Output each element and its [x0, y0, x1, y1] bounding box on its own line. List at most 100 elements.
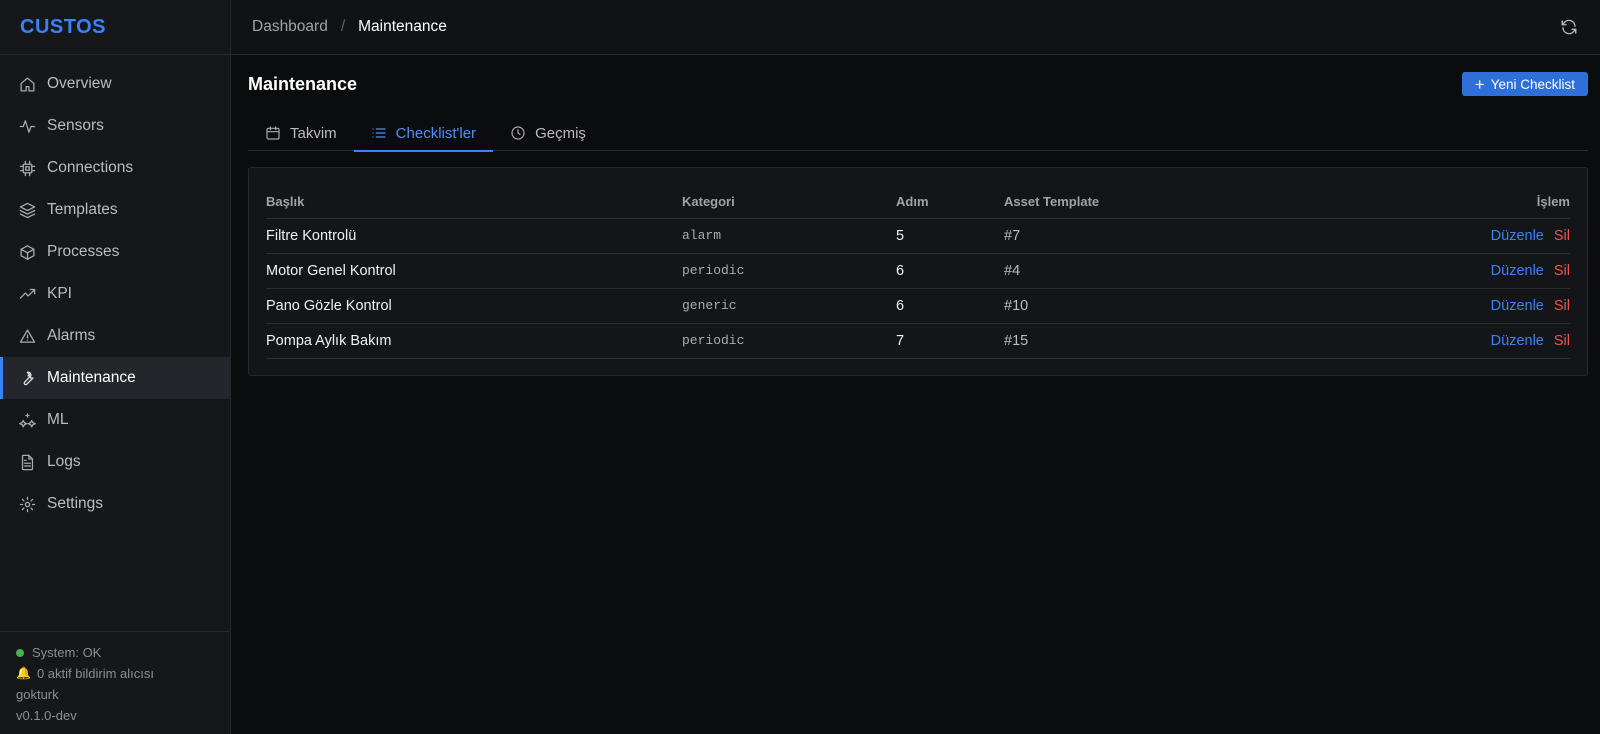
status-dot-icon: [16, 648, 24, 657]
row-category: alarm: [682, 218, 896, 254]
row-asset: #10: [1004, 288, 1313, 324]
sidebar-item-label: Sensors: [47, 117, 104, 134]
sidebar-item-logs[interactable]: Logs: [0, 441, 230, 483]
row-actions: Düzenle Sil: [1312, 218, 1570, 254]
sidebar-item-label: Alarms: [47, 327, 96, 344]
column-header-actions: İşlem: [1312, 186, 1570, 219]
notification-status: 🔔 0 aktif bildirim alıcısı: [16, 663, 214, 684]
delete-link[interactable]: Sil: [1554, 333, 1570, 349]
tab-takvim[interactable]: Takvim: [248, 115, 354, 151]
sidebar-item-label: Settings: [47, 495, 104, 512]
gear-icon: [18, 495, 36, 513]
edit-link[interactable]: Düzenle: [1491, 263, 1544, 279]
sidebar-item-label: Processes: [47, 243, 120, 260]
plus-icon: +: [1474, 74, 1485, 94]
table-header-row: Başlık Kategori Adım Asset Template İşle…: [266, 186, 1570, 219]
checklist-table-card: Başlık Kategori Adım Asset Template İşle…: [248, 167, 1588, 376]
column-header-asset: Asset Template: [1004, 186, 1313, 219]
row-actions: Düzenle Sil: [1312, 323, 1570, 359]
sidebar-item-maintenance[interactable]: Maintenance: [0, 357, 230, 399]
tab-label: Checklist'ler: [395, 124, 477, 142]
table-row: Filtre Kontrolü alarm 5 #7 Düzenle Sil: [266, 218, 1570, 254]
row-steps: 7: [896, 323, 1004, 359]
sidebar-item-sensors[interactable]: Sensors: [0, 105, 230, 147]
tab-label: Takvim: [290, 124, 337, 142]
system-status: System: OK: [16, 642, 214, 663]
refresh-icon: [1561, 19, 1577, 35]
delete-link[interactable]: Sil: [1554, 228, 1570, 244]
version-label: v0.1.0-dev: [16, 708, 77, 723]
row-title: Motor Genel Kontrol: [266, 253, 682, 289]
page-title: Maintenance: [248, 73, 358, 94]
breadcrumb-dashboard[interactable]: Dashboard: [252, 18, 328, 36]
sidebar-item-processes[interactable]: Processes: [0, 231, 230, 273]
clock-icon: [511, 126, 525, 140]
sidebar-item-templates[interactable]: Templates: [0, 189, 230, 231]
sidebar-item-kpi[interactable]: KPI: [0, 273, 230, 315]
row-title: Pompa Aylık Bakım: [266, 323, 682, 359]
column-header-steps: Adım: [896, 186, 1004, 219]
row-category: generic: [682, 288, 896, 324]
row-steps: 5: [896, 218, 1004, 254]
row-steps: 6: [896, 288, 1004, 324]
table-row: Pano Gözle Kontrol generic 6 #10 Düzenle…: [266, 288, 1570, 324]
alert-triangle-icon: [18, 327, 36, 345]
sidebar-item-label: Connections: [47, 159, 134, 176]
edit-link[interactable]: Düzenle: [1491, 228, 1544, 244]
trending-up-icon: [18, 285, 36, 303]
topbar: Dashboard / Maintenance: [231, 0, 1600, 55]
tab-bar: Takvim Checklist'ler Geçmiş: [248, 115, 1588, 152]
sparkles-icon: [18, 411, 36, 429]
sidebar-item-overview[interactable]: Overview: [0, 63, 230, 105]
row-steps: 6: [896, 253, 1004, 289]
sidebar-footer: System: OK 🔔 0 aktif bildirim alıcısı go…: [0, 631, 230, 734]
tab-gecmis[interactable]: Geçmiş: [493, 115, 603, 151]
box-icon: [18, 243, 36, 261]
column-header-title: Başlık: [266, 186, 682, 219]
sidebar-item-label: Overview: [47, 75, 112, 92]
tab-label: Geçmiş: [535, 124, 586, 142]
main-area: Dashboard / Maintenance Maintenance + Ye…: [231, 0, 1600, 734]
tab-checklists[interactable]: Checklist'ler: [353, 115, 494, 152]
row-actions: Düzenle Sil: [1312, 288, 1570, 324]
file-text-icon: [18, 453, 36, 471]
sidebar-item-alarms[interactable]: Alarms: [0, 315, 230, 357]
delete-link[interactable]: Sil: [1554, 263, 1570, 279]
bell-icon: 🔔: [16, 666, 31, 680]
delete-link[interactable]: Sil: [1554, 298, 1570, 314]
refresh-button[interactable]: [1558, 16, 1580, 38]
new-checklist-label: Yeni Checklist: [1490, 76, 1575, 92]
brand-logo[interactable]: CUSTOS: [0, 0, 230, 55]
list-icon: [372, 128, 386, 138]
page-content: Maintenance + Yeni Checklist Takvim Chec…: [231, 55, 1600, 376]
table-row: Motor Genel Kontrol periodic 6 #4 Düzenl…: [266, 253, 1570, 289]
page-header: Maintenance + Yeni Checklist: [248, 71, 1588, 97]
username: gokturk: [16, 687, 59, 702]
row-category: periodic: [682, 253, 896, 289]
new-checklist-button[interactable]: + Yeni Checklist: [1461, 72, 1588, 96]
column-header-category: Kategori: [682, 186, 896, 219]
breadcrumb-separator: /: [340, 18, 346, 35]
system-status-text: System: OK: [32, 645, 102, 660]
layers-icon: [18, 201, 36, 219]
sidebar-item-label: Logs: [47, 453, 81, 470]
breadcrumb-current: Maintenance: [358, 18, 447, 35]
breadcrumb: Dashboard / Maintenance: [252, 18, 447, 36]
sidebar-item-label: Templates: [47, 201, 118, 218]
activity-icon: [18, 117, 36, 135]
row-category: periodic: [682, 323, 896, 359]
sidebar-nav: Overview Sensors Connections Templates P…: [0, 55, 230, 525]
calendar-icon: [266, 126, 280, 140]
sidebar-item-label: Maintenance: [47, 369, 136, 386]
edit-link[interactable]: Düzenle: [1491, 333, 1544, 349]
checklist-table: Başlık Kategori Adım Asset Template İşle…: [266, 186, 1570, 359]
sidebar-item-label: KPI: [47, 285, 72, 302]
row-asset: #15: [1004, 323, 1313, 359]
row-asset: #4: [1004, 253, 1313, 289]
row-asset: #7: [1004, 218, 1313, 254]
row-title: Pano Gözle Kontrol: [266, 288, 682, 324]
sidebar-item-settings[interactable]: Settings: [0, 483, 230, 525]
edit-link[interactable]: Düzenle: [1491, 298, 1544, 314]
sidebar-item-ml[interactable]: ML: [0, 399, 230, 441]
sidebar-item-connections[interactable]: Connections: [0, 147, 230, 189]
